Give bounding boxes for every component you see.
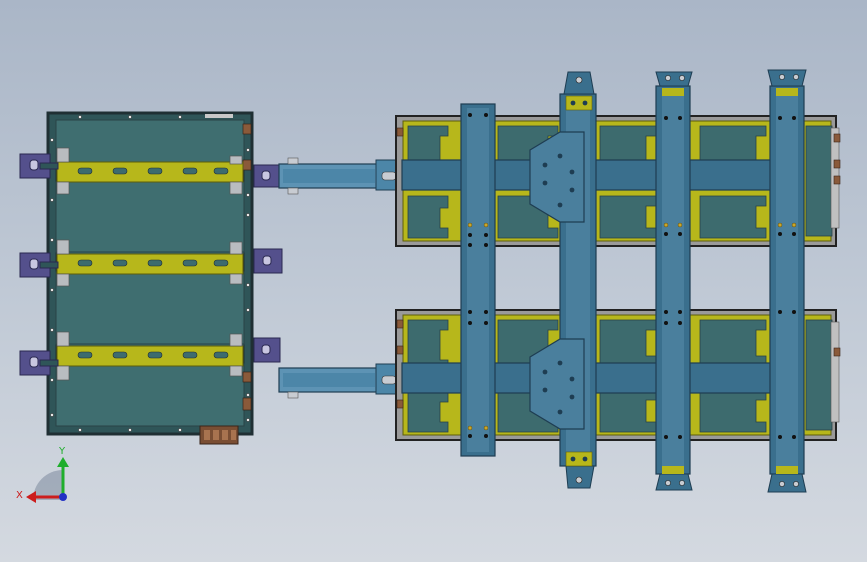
rail-middle	[56, 253, 244, 275]
vertical-rail-3	[655, 71, 693, 491]
battery-module-1	[55, 119, 245, 163]
x-arrow-head	[26, 491, 36, 503]
bracket-right-mid	[253, 248, 283, 274]
top-label-plate	[205, 114, 233, 118]
bracket-right-bot	[253, 337, 281, 363]
cad-viewport[interactable]: Y X	[0, 0, 867, 562]
vertical-rail-4	[767, 69, 807, 493]
battery-module-4	[55, 363, 245, 427]
link-beam-top	[278, 157, 405, 195]
gusset-plate-top	[529, 131, 585, 223]
rail-bottom	[56, 345, 244, 367]
rail-top	[56, 161, 244, 183]
y-axis-label: Y	[58, 446, 66, 457]
bottom-connector	[199, 425, 239, 445]
link-beams[interactable]	[278, 157, 405, 399]
axis-triad: Y X	[16, 446, 69, 503]
z-axis-dot	[59, 493, 67, 501]
link-beam-bottom	[278, 363, 405, 399]
cad-assembly-drawing[interactable]: Y X	[0, 0, 867, 562]
battery-module-3	[55, 271, 245, 345]
bracket-right-top	[253, 164, 281, 188]
battery-module-2	[55, 181, 245, 253]
vertical-rail-1	[460, 103, 496, 457]
y-arrow-head	[57, 457, 69, 467]
x-axis-label: X	[16, 490, 23, 501]
gusset-plate-bottom	[529, 338, 585, 430]
